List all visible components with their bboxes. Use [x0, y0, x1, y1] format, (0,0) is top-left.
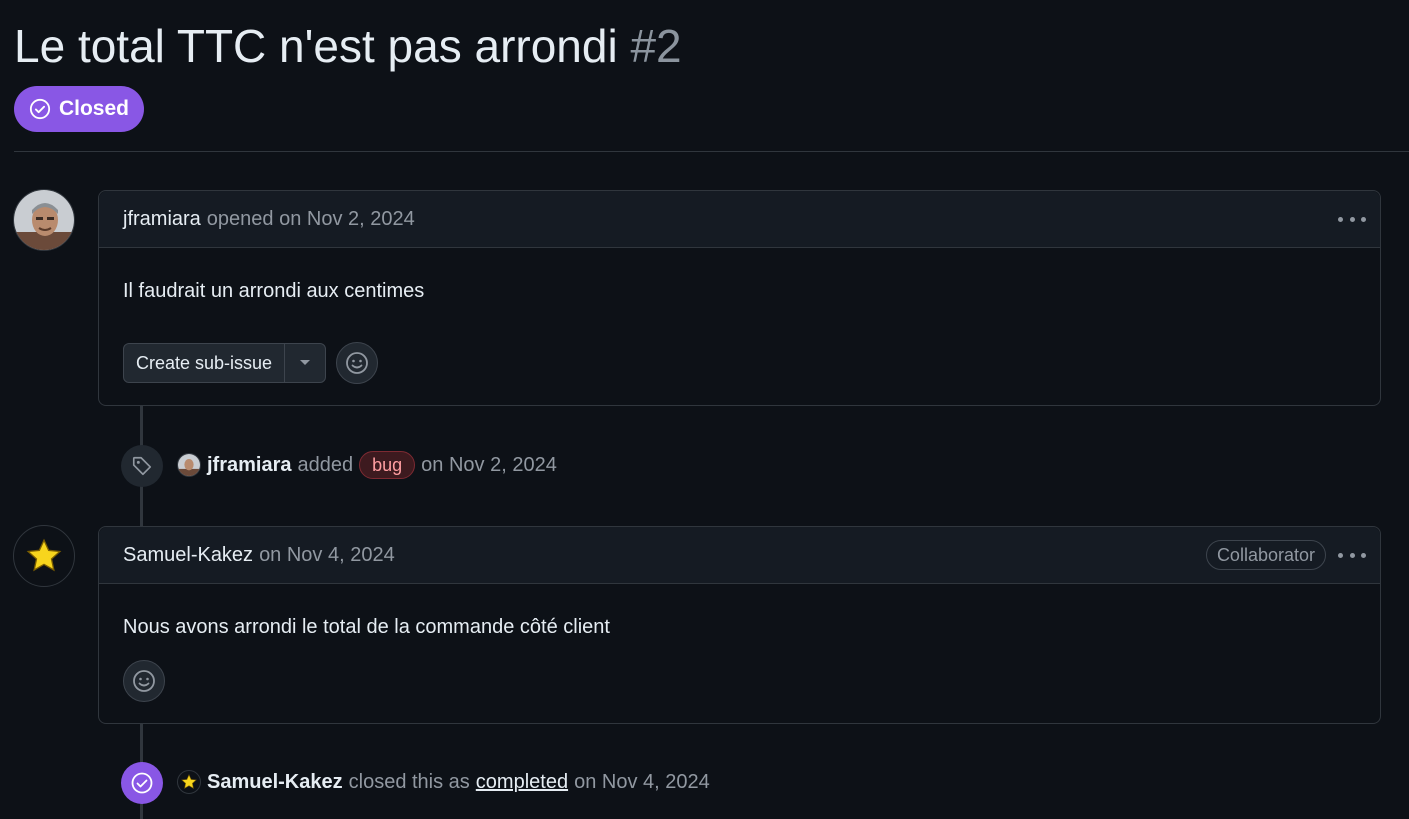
- create-sub-issue-group: Create sub-issue: [123, 343, 327, 383]
- comment-author[interactable]: jframiara: [123, 208, 201, 231]
- tag-icon: [121, 445, 163, 487]
- avatar[interactable]: [13, 189, 75, 251]
- comment-body: Il faudrait un arrondi aux centimes Crea…: [99, 248, 1380, 384]
- avatar[interactable]: [177, 453, 201, 477]
- event-date[interactable]: on Nov 4, 2024: [574, 771, 710, 794]
- comment-meta[interactable]: opened on Nov 2, 2024: [207, 208, 415, 231]
- header-divider: [14, 151, 1409, 152]
- kebab-icon[interactable]: [1338, 207, 1366, 231]
- check-circle-icon: [29, 98, 51, 120]
- star-icon: [180, 773, 198, 791]
- timeline-event: jframiara added bug on Nov 2, 2024: [177, 451, 557, 479]
- avatar[interactable]: [177, 770, 201, 794]
- event-action: closed this as: [348, 770, 470, 793]
- comment-author[interactable]: Samuel-Kakez: [123, 544, 253, 567]
- comment-text: Il faudrait un arrondi aux centimes: [123, 280, 425, 302]
- issue-title: Le total TTC n'est pas arrondi: [14, 20, 618, 72]
- chevron-down-icon[interactable]: [284, 344, 325, 382]
- comment-text: Nous avons arrondi le total de la comman…: [123, 616, 610, 638]
- create-sub-issue-button[interactable]: Create sub-issue: [124, 344, 284, 382]
- event-actor[interactable]: jframiara: [207, 454, 292, 477]
- collaborator-badge: Collaborator: [1205, 540, 1326, 570]
- comment-header: jframiara opened on Nov 2, 2024: [99, 191, 1380, 248]
- comment-card: jframiara opened on Nov 2, 2024 Il faudr…: [98, 190, 1381, 406]
- comment-meta[interactable]: on Nov 4, 2024: [259, 544, 395, 567]
- status-badge: Closed: [14, 86, 144, 132]
- event-actor[interactable]: Samuel-Kakez: [207, 771, 343, 794]
- kebab-icon[interactable]: [1338, 543, 1366, 567]
- comment-header: Samuel-Kakez on Nov 4, 2024 Collaborator: [99, 527, 1380, 584]
- smiley-icon[interactable]: [336, 342, 379, 384]
- issue-number: #2: [630, 20, 682, 72]
- status-label: Closed: [58, 97, 129, 120]
- event-date[interactable]: on Nov 2, 2024: [421, 454, 557, 477]
- issue-title-row: Le total TTC n'est pas arrondi #2: [14, 18, 682, 74]
- star-icon: [24, 536, 64, 576]
- event-action: added: [297, 453, 354, 476]
- avatar[interactable]: [13, 525, 75, 587]
- smiley-icon[interactable]: [123, 660, 165, 702]
- label-bug[interactable]: bug: [359, 451, 416, 479]
- timeline-event: Samuel-Kakez closed this as completed on…: [177, 768, 710, 796]
- comment-body: Nous avons arrondi le total de la comman…: [99, 584, 1380, 702]
- comment-card: Samuel-Kakez on Nov 4, 2024 Collaborator…: [98, 526, 1381, 724]
- completed-link[interactable]: completed: [476, 771, 568, 794]
- check-circle-icon: [121, 762, 163, 804]
